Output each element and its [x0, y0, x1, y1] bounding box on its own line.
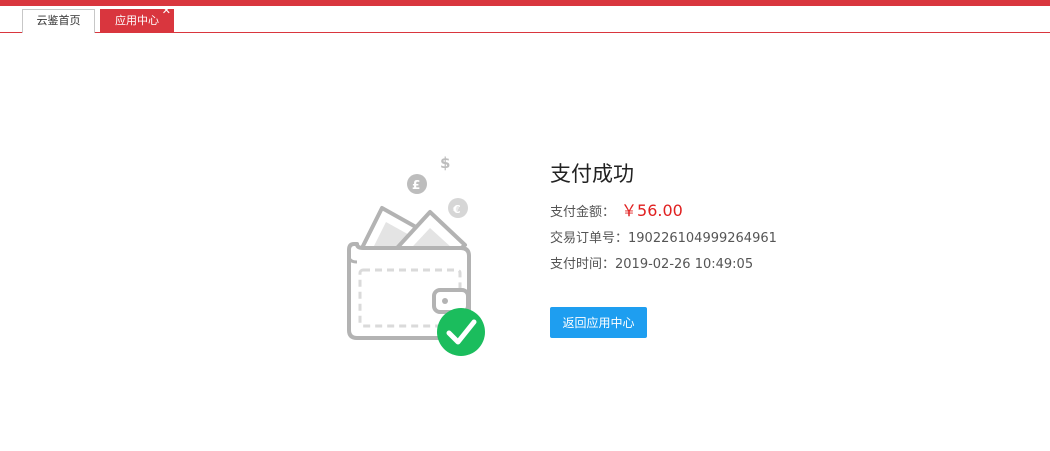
tab-strip: 云鉴首页 应用中心 ✕: [0, 4, 1050, 33]
amount-row: 支付金额： ￥56.00: [550, 202, 970, 222]
tab-close-icon[interactable]: ✕: [162, 4, 171, 18]
dollar-icon: $: [440, 154, 450, 172]
time-value: 2019-02-26 10:49:05: [615, 257, 754, 272]
page-title: 支付成功: [550, 162, 634, 186]
tab-app-center-label: 应用中心: [115, 14, 159, 27]
euro-symbol: €: [452, 203, 461, 216]
tab-home-label: 云鉴首页: [36, 14, 81, 27]
pound-symbol: £: [412, 178, 420, 192]
payment-result-panel: 支付成功 支付金额： ￥56.00 交易订单号：19022610499926496…: [550, 160, 970, 338]
wallet-illustration-svg: $ £ €: [347, 154, 485, 356]
success-check-icon: [437, 308, 485, 356]
amount-label: 支付金额：: [550, 205, 616, 220]
order-row: 交易订单号：190226104999264961: [550, 230, 970, 248]
amount-value: ￥56.00: [621, 201, 683, 220]
tab-app-center[interactable]: 应用中心 ✕: [100, 4, 174, 33]
payment-success-illustration: $ £ €: [330, 150, 500, 360]
return-app-center-button[interactable]: 返回应用中心: [550, 307, 647, 338]
time-label: 支付时间：: [550, 257, 616, 272]
time-row: 支付时间：2019-02-26 10:49:05: [550, 256, 970, 274]
order-value: 190226104999264961: [628, 231, 777, 246]
tab-home[interactable]: 云鉴首页: [22, 9, 95, 33]
order-label: 交易订单号：: [550, 231, 629, 246]
